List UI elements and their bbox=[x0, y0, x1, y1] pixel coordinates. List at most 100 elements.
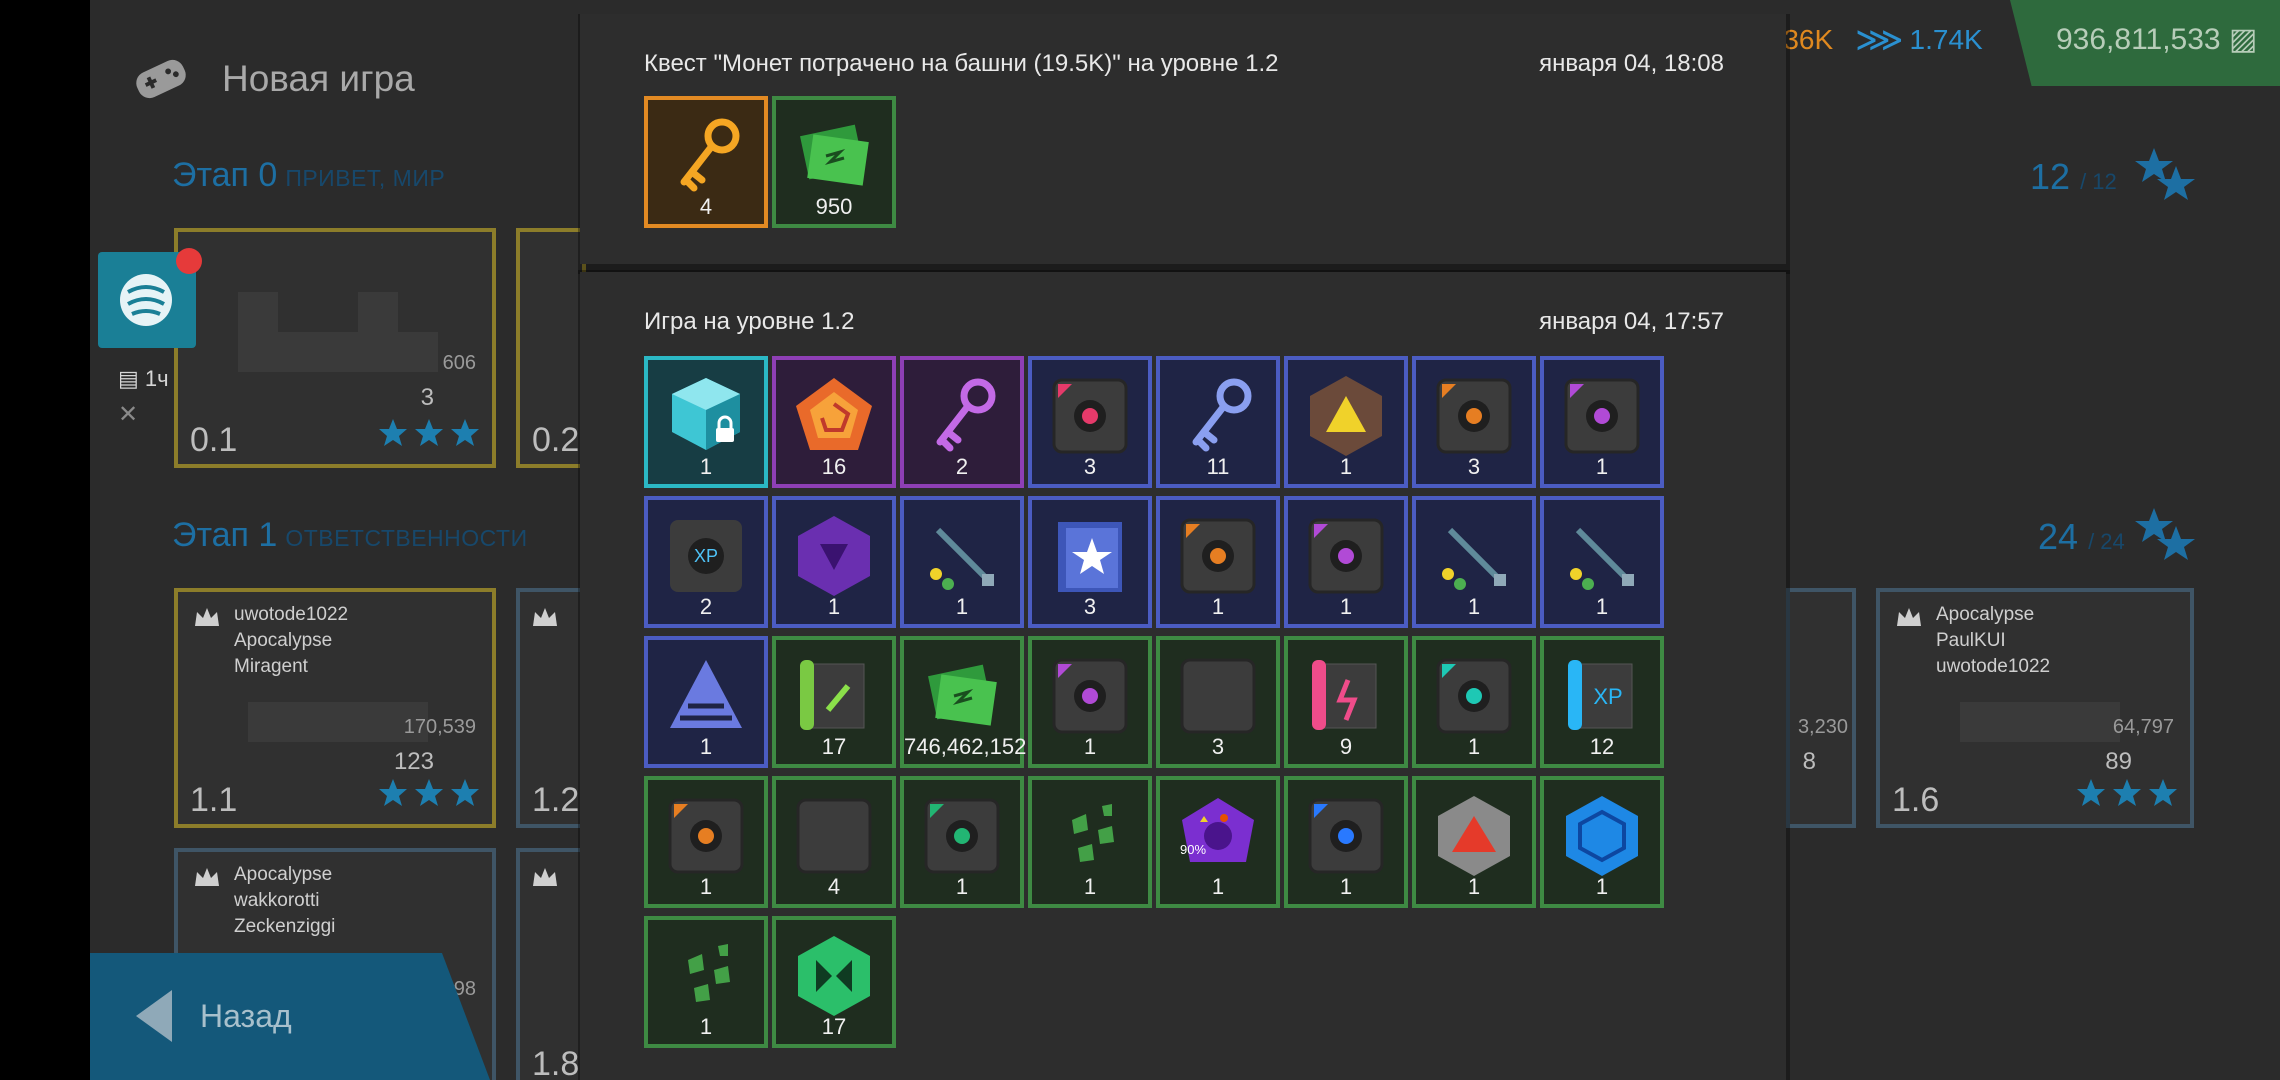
reward-item[interactable]: 1 bbox=[1412, 636, 1536, 768]
reward-item[interactable]: 1 bbox=[1412, 496, 1536, 628]
panel-title: Квест "Монет потрачено на башни (19.5K)"… bbox=[644, 50, 1279, 77]
reward-item[interactable]: 1 bbox=[1540, 496, 1664, 628]
back-label: Назад bbox=[200, 998, 292, 1034]
key-icon bbox=[936, 378, 996, 452]
item-count: 1 bbox=[1595, 594, 1609, 619]
star-icon bbox=[2077, 779, 2105, 806]
reward-item[interactable]: 1 bbox=[644, 776, 768, 908]
level-card-1-5[interactable]: 3,230 8 bbox=[1786, 588, 1856, 828]
empty-box-icon bbox=[1180, 658, 1256, 734]
reward-item[interactable]: 3 bbox=[1412, 356, 1536, 488]
coins-icon bbox=[928, 664, 997, 726]
reward-chest-button[interactable] bbox=[98, 248, 202, 348]
level-waves: 89 bbox=[2105, 748, 2132, 775]
staff-icon bbox=[1570, 527, 1634, 590]
player-name: PaulKUI bbox=[1936, 630, 2006, 651]
reward-item[interactable]: 1 bbox=[772, 496, 896, 628]
reward-item[interactable]: XP 12 bbox=[1540, 636, 1664, 768]
item-count: 3 bbox=[1083, 454, 1097, 479]
level-card-1-4[interactable]: 1.8 bbox=[516, 848, 586, 1080]
item-count: 1 bbox=[1339, 874, 1353, 899]
level-card-0-1[interactable]: 606 3 0.1 bbox=[174, 228, 496, 468]
reward-item[interactable]: 1 bbox=[1540, 356, 1664, 488]
star-icon bbox=[379, 779, 407, 806]
green-shards-icon bbox=[688, 944, 730, 1002]
green-emblem-icon bbox=[798, 936, 870, 1016]
stage-count-value: 24 bbox=[2038, 516, 2079, 557]
item-count: 1 bbox=[1083, 874, 1097, 899]
stage-count-value: 12 bbox=[2030, 156, 2071, 197]
item-count: 1 bbox=[1211, 874, 1225, 899]
reward-item[interactable]: 11 bbox=[1156, 356, 1280, 488]
item-count: 1 bbox=[699, 734, 713, 759]
item-count: 4 bbox=[699, 194, 713, 219]
game-reward-panel: Игра на уровне 1.2 января 04, 17:57 1 16 2… bbox=[580, 272, 1786, 1080]
reward-item[interactable]: 1 bbox=[1412, 776, 1536, 908]
side-timer-label: 1ч bbox=[144, 366, 169, 391]
reward-item[interactable]: 1 bbox=[1028, 636, 1152, 768]
player-list: uwotode1022 Apocalypse Miragent bbox=[192, 602, 348, 680]
reward-item[interactable]: 1 bbox=[900, 776, 1024, 908]
star-icon bbox=[2113, 779, 2141, 806]
ability-box-icon bbox=[1436, 658, 1512, 734]
stars-icon bbox=[2135, 148, 2195, 200]
level-number: 0.2 bbox=[532, 421, 580, 459]
level-card-0-2[interactable]: 0.2 bbox=[516, 228, 586, 468]
reward-item[interactable]: 1 bbox=[1284, 356, 1408, 488]
player-name: uwotode1022 bbox=[1936, 656, 2051, 677]
ability-box-icon bbox=[924, 798, 1000, 874]
reward-item[interactable]: 4 bbox=[644, 96, 768, 228]
reward-item[interactable]: 4 bbox=[772, 776, 896, 908]
level-waves: 123 bbox=[393, 748, 434, 775]
item-count: 1 bbox=[1467, 594, 1481, 619]
star-icon bbox=[451, 779, 479, 806]
reward-item[interactable]: 3 bbox=[1028, 356, 1152, 488]
chest-icon: ▤ bbox=[118, 366, 139, 391]
reward-item[interactable]: 17 bbox=[772, 916, 896, 1048]
quest-reward-panel: Квест "Монет потрачено на башни (19.5K)"… bbox=[580, 14, 1786, 264]
ability-box-icon bbox=[1308, 518, 1384, 594]
item-count: 1 bbox=[1595, 874, 1609, 899]
item-count: 11 bbox=[1206, 454, 1230, 479]
reward-item[interactable]: 1 bbox=[1284, 496, 1408, 628]
reward-item[interactable]: 9 bbox=[1284, 636, 1408, 768]
tools-icon[interactable]: ✕ bbox=[118, 400, 138, 429]
item-count: 9 bbox=[1339, 734, 1353, 759]
level-stars bbox=[2076, 778, 2178, 808]
reward-item[interactable]: 1 bbox=[1284, 776, 1408, 908]
item-count: 1 bbox=[955, 874, 969, 899]
item-count: 17 bbox=[821, 1014, 847, 1039]
reward-item[interactable]: 3 bbox=[1156, 636, 1280, 768]
level-card-1-2[interactable]: 1.2 bbox=[516, 588, 586, 828]
reward-item[interactable]: XP 2 bbox=[644, 496, 768, 628]
reward-item[interactable]: 1 bbox=[900, 496, 1024, 628]
notification-dot bbox=[176, 248, 202, 274]
item-count: 12 bbox=[1589, 734, 1615, 759]
reward-item[interactable]: 1 bbox=[1156, 496, 1280, 628]
reward-item[interactable]: 746,462,152 bbox=[900, 636, 1026, 768]
reward-item[interactable]: 1 bbox=[1028, 776, 1152, 908]
reward-item[interactable]: 3 bbox=[1028, 496, 1152, 628]
page-title: Новая игра bbox=[222, 58, 415, 99]
reward-item[interactable]: 950 bbox=[772, 96, 896, 228]
level-card-1-6[interactable]: Apocalypse PaulKUI uwotode1022 64,797 89… bbox=[1876, 588, 2194, 828]
reward-item[interactable]: 2 bbox=[900, 356, 1024, 488]
level-score: 64,797 bbox=[2112, 716, 2174, 738]
reward-item[interactable]: 16 bbox=[772, 356, 896, 488]
reward-item[interactable]: 1 bbox=[1540, 776, 1664, 908]
stage-count-total: / 12 bbox=[2080, 169, 2117, 194]
level-waves: 8 bbox=[1802, 748, 1816, 775]
player-name: wakkorotti bbox=[234, 890, 320, 911]
star-map-icon bbox=[1058, 522, 1122, 592]
reward-item[interactable]: 17 bbox=[772, 636, 896, 768]
reward-item[interactable]: 1 bbox=[644, 916, 768, 1048]
stage-label: Этап 0 bbox=[172, 156, 278, 194]
reward-item[interactable]: 90% 1 bbox=[1156, 776, 1280, 908]
pink-scroll-icon bbox=[1312, 660, 1377, 730]
level-card-1-1[interactable]: uwotode1022 Apocalypse Miragent 170,539 … bbox=[174, 588, 496, 828]
level-waves: 3 bbox=[420, 384, 434, 411]
reward-item[interactable]: 1 bbox=[644, 356, 768, 488]
reward-item[interactable]: 1 bbox=[644, 636, 768, 768]
stage-heading-1: Этап 1 ОТВЕТСТВЕННОСТИ bbox=[172, 516, 528, 555]
key-icon bbox=[680, 118, 740, 192]
